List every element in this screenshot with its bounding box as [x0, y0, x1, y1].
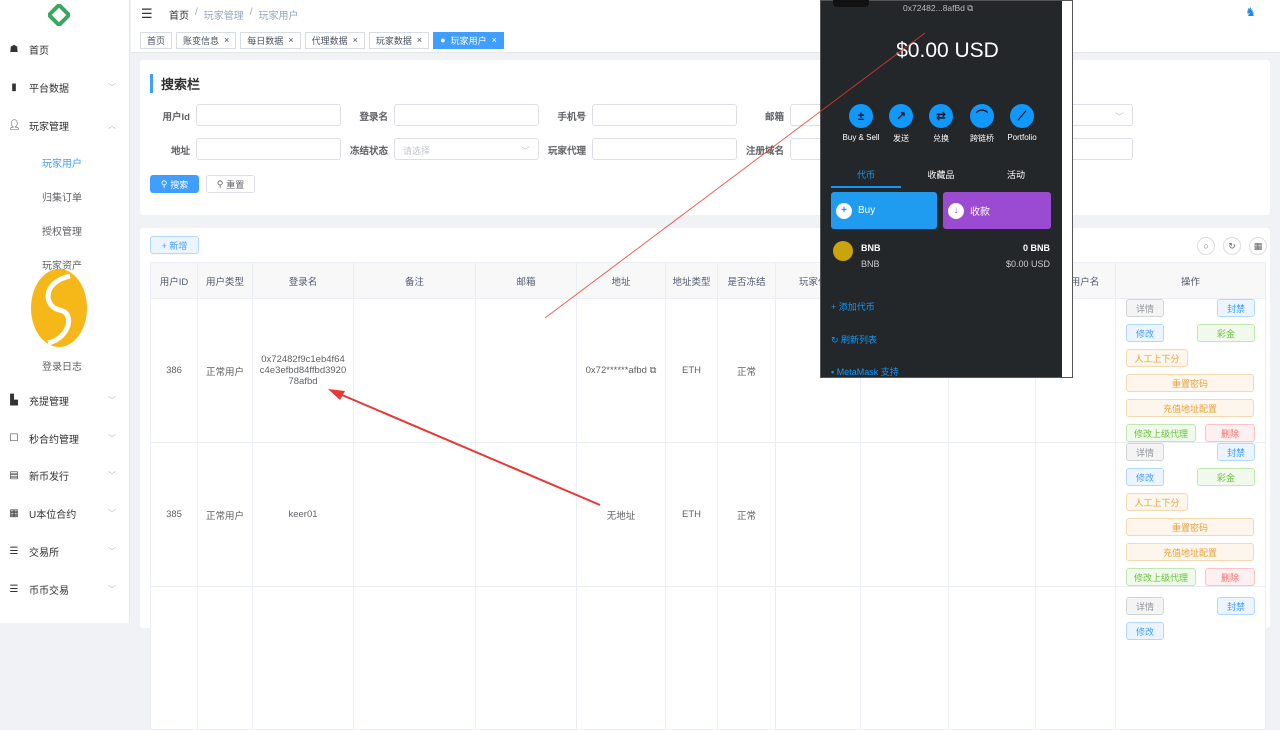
edit-button[interactable]: 修改: [1126, 622, 1164, 640]
red-arrow: [334, 391, 601, 506]
red-arrow-line: [544, 32, 926, 319]
arrow-head-icon: [328, 389, 345, 400]
annotation-arrows: [328, 32, 926, 506]
